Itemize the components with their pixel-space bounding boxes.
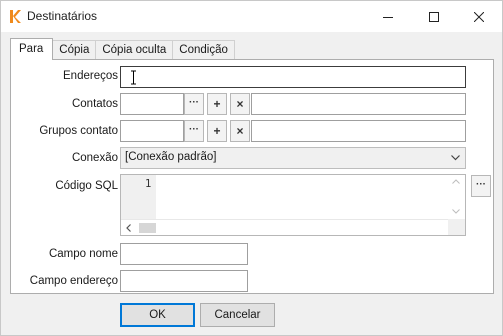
- scrollbar-corner: [448, 219, 465, 235]
- minimize-icon: [383, 16, 393, 18]
- x-icon: ×: [236, 97, 244, 111]
- contatos-add-button[interactable]: +: [207, 93, 227, 115]
- line-number-gutter: 1: [121, 175, 156, 219]
- grupos-contato-label: Grupos contato: [39, 125, 118, 137]
- grupos-contato-add-button[interactable]: +: [207, 120, 227, 142]
- cancel-button[interactable]: Cancelar: [200, 303, 275, 327]
- close-button[interactable]: [456, 1, 502, 32]
- conexao-select[interactable]: [Conexão padrão]: [120, 147, 466, 169]
- tab-copia-oculta[interactable]: Cópia oculta: [96, 40, 174, 60]
- horizontal-scroll-thumb[interactable]: [139, 223, 156, 233]
- ok-button[interactable]: OK: [120, 303, 195, 327]
- sql-browse-button[interactable]: ···: [471, 175, 491, 197]
- contatos-browse-button[interactable]: ···: [184, 93, 204, 115]
- contatos-description-field[interactable]: [251, 93, 466, 115]
- campo-endereco-label: Campo endereço: [29, 275, 118, 287]
- conexao-label: Conexão: [71, 152, 118, 164]
- window-title: Destinatários: [27, 9, 98, 23]
- vertical-scrollbar[interactable]: [448, 175, 465, 219]
- text-cursor-icon: [131, 70, 136, 85]
- tab-copia[interactable]: Cópia: [53, 40, 97, 60]
- chevron-down-icon: [451, 155, 460, 161]
- scroll-down-icon[interactable]: [452, 209, 460, 214]
- campo-nome-label: Campo nome: [48, 248, 118, 260]
- contatos-code-input[interactable]: [120, 93, 184, 115]
- x-icon: ×: [236, 124, 244, 138]
- ellipsis-icon: ···: [476, 178, 486, 190]
- plus-icon: +: [213, 97, 221, 111]
- tab-panel-para: Endereços Contatos ··· + × Grupos contat…: [10, 59, 494, 294]
- grupos-contato-remove-button[interactable]: ×: [230, 120, 250, 142]
- codigo-sql-label: Código SQL: [55, 180, 118, 192]
- k-app-icon: [9, 10, 21, 23]
- campo-endereco-input[interactable]: [120, 270, 248, 292]
- dialog-window: Destinatários Para Cópia Cópia oculta Co…: [0, 0, 503, 336]
- tab-strip: Para Cópia Cópia oculta Condição: [10, 38, 235, 60]
- maximize-icon: [429, 11, 439, 22]
- tab-para[interactable]: Para: [10, 38, 54, 60]
- campo-nome-input[interactable]: [120, 243, 248, 265]
- scroll-up-icon[interactable]: [452, 179, 460, 184]
- title-bar: Destinatários: [1, 1, 502, 32]
- minimize-button[interactable]: [365, 1, 411, 32]
- enderecos-label: Endereços: [63, 70, 118, 82]
- close-icon: [474, 11, 484, 22]
- ellipsis-icon: ···: [189, 123, 199, 135]
- conexao-selected-value: [Conexão padrão]: [125, 151, 217, 163]
- maximize-button[interactable]: [411, 1, 457, 32]
- grupos-contato-browse-button[interactable]: ···: [184, 120, 204, 142]
- contatos-remove-button[interactable]: ×: [230, 93, 250, 115]
- scroll-left-icon[interactable]: [126, 224, 131, 232]
- enderecos-input[interactable]: [120, 66, 466, 88]
- plus-icon: +: [213, 124, 221, 138]
- line-number: 1: [145, 178, 152, 190]
- contatos-label: Contatos: [71, 98, 118, 110]
- horizontal-scrollbar[interactable]: [121, 219, 465, 235]
- grupos-contato-code-input[interactable]: [120, 120, 184, 142]
- sql-editor[interactable]: 1: [120, 174, 466, 236]
- tab-condicao[interactable]: Condição: [173, 40, 235, 60]
- grupos-contato-description-field[interactable]: [251, 120, 466, 142]
- ellipsis-icon: ···: [189, 96, 199, 108]
